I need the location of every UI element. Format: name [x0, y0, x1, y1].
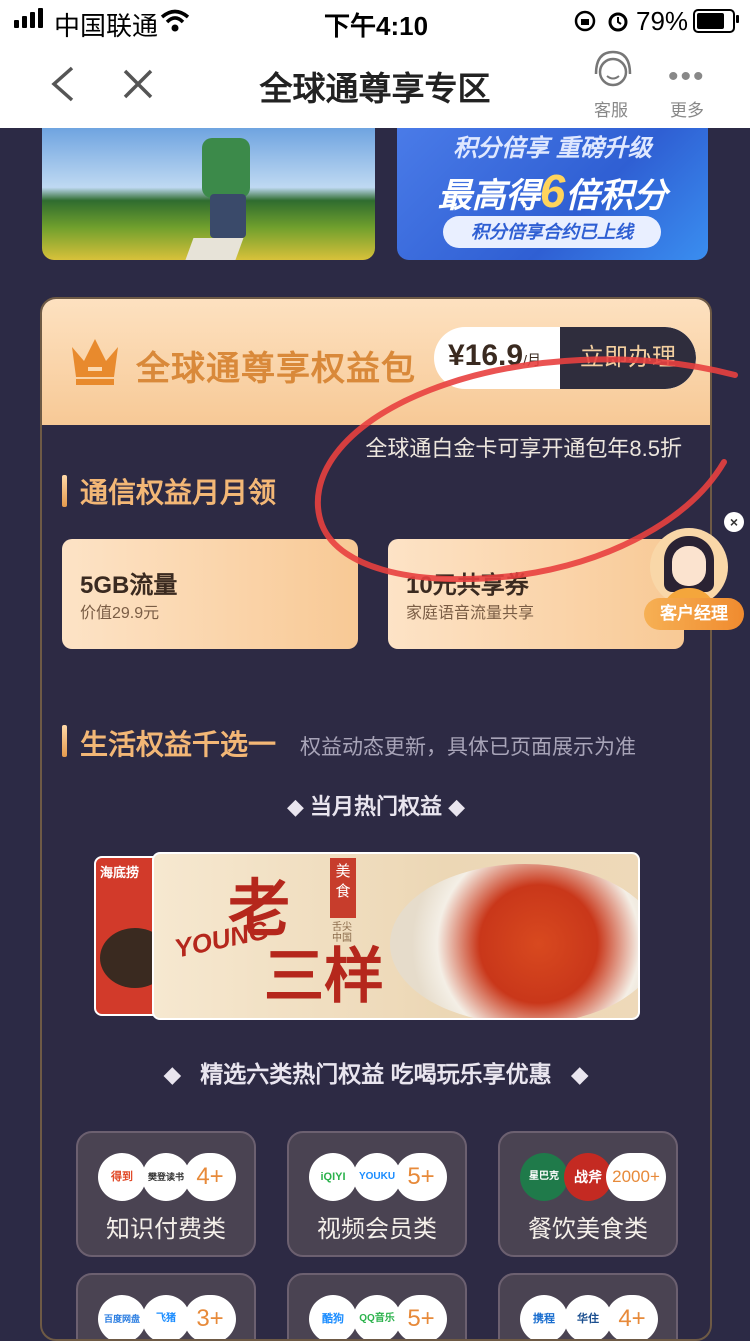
comm-section-title: 通信权益月月领	[80, 477, 277, 508]
category-video[interactable]: iQIYI YOUKU 5+ 视频会员类	[287, 1131, 467, 1257]
ctrip-logo-icon: 携程	[520, 1295, 568, 1339]
benefit-data[interactable]: 5GB流量 价值29.9元	[62, 539, 358, 649]
back-icon[interactable]	[50, 66, 76, 102]
baidu-netdisk-logo-icon: 百度网盘	[98, 1295, 146, 1339]
category-count: 2000+	[606, 1153, 666, 1201]
category-food[interactable]: 星巴克 战斧 2000+ 餐饮美食类	[498, 1131, 678, 1257]
clock: 下午4:10	[324, 11, 429, 41]
battery-tip	[736, 15, 739, 23]
fandeng-logo-icon: 樊登读书	[142, 1153, 190, 1201]
iqiyi-logo-icon: iQIYI	[309, 1153, 357, 1201]
banner-points[interactable]: 积分倍享 重磅升级 最高得6倍积分 积分倍享合约已上线	[397, 128, 708, 260]
customer-service-icon[interactable]	[590, 48, 636, 94]
customer-service-label[interactable]: 客服	[594, 96, 628, 121]
benefit-title: 10元共享券	[406, 572, 529, 599]
food-tag-sub: 舌尖中国	[332, 922, 352, 944]
dedao-logo-icon: 得到	[98, 1153, 146, 1201]
close-icon[interactable]: ×	[724, 512, 744, 532]
crown-icon	[72, 339, 118, 385]
category-label: 视频会员类	[317, 1216, 437, 1243]
category-count: 4+	[184, 1153, 236, 1201]
food-tag: 美食	[330, 858, 356, 918]
life-section-title: 生活权益千选一	[80, 729, 277, 760]
benefit-sub: 价值29.9元	[80, 605, 160, 622]
section-marker	[62, 725, 67, 757]
nav-bar: 全球通尊享专区 客服 ••• 更多	[0, 42, 750, 128]
category-tile[interactable]: 酷狗 QQ音乐 5+	[287, 1273, 467, 1339]
benefit-sub: 家庭语音流量共享	[406, 605, 535, 622]
hiker-backpack	[202, 138, 250, 198]
hot-benefits-title: ◆ 当月热门权益 ◆	[286, 794, 466, 819]
categories-title: ◆ 精选六类热门权益 吃喝玩乐享优惠 ◆	[163, 1061, 589, 1087]
brand-name-en: YOUNG	[171, 914, 272, 964]
banner-points-line1: 积分倍享 重磅升级	[453, 135, 652, 162]
category-tile[interactable]: 携程 华住 4+	[498, 1273, 678, 1339]
life-section-subtitle: 权益动态更新，具体已页面展示为准	[300, 736, 636, 759]
alarm-icon	[608, 12, 628, 32]
more-label[interactable]: 更多	[670, 96, 704, 121]
carrier-name: 中国联通	[54, 11, 159, 41]
category-tile[interactable]: 百度网盘 飞猪 3+	[76, 1273, 256, 1339]
starbucks-logo-icon: 星巴克	[520, 1153, 568, 1201]
customer-manager-button[interactable]: 客户经理	[644, 522, 744, 630]
path-shape	[182, 238, 244, 260]
category-label: 餐饮美食类	[528, 1216, 648, 1243]
category-count: 5+	[395, 1153, 447, 1201]
category-count: 5+	[395, 1295, 447, 1339]
customer-manager-label: 客户经理	[644, 598, 744, 630]
battery-icon	[693, 9, 735, 33]
benefit-title: 5GB流量	[80, 572, 178, 599]
dish-image	[390, 864, 638, 1018]
kugou-logo-icon: 酷狗	[309, 1295, 357, 1339]
huazhu-logo-icon: 华住	[564, 1295, 612, 1339]
zhanfu-logo-icon: 战斧	[564, 1153, 612, 1201]
benefits-card: 全球通尊享权益包 ¥16.9/月 立即办理 全球通白金卡可享开通包年8.5折 通…	[40, 297, 712, 1341]
customer-manager-avatar	[650, 528, 728, 606]
more-icon[interactable]: •••	[668, 60, 706, 94]
signal-icon	[14, 0, 50, 42]
orientation-lock-icon	[574, 10, 596, 32]
category-count: 3+	[184, 1295, 236, 1339]
haidilao-logo: 海底捞	[100, 865, 140, 880]
youku-logo-icon: YOUKU	[353, 1153, 401, 1201]
wifi-icon	[160, 9, 190, 32]
category-knowledge[interactable]: 得到 樊登读书 4+ 知识付费类	[76, 1131, 256, 1257]
category-label: 知识付费类	[106, 1216, 226, 1243]
fliggy-logo-icon: 飞猪	[142, 1295, 190, 1339]
banner-points-pill: 积分倍享合约已上线	[443, 216, 661, 248]
banner-travel[interactable]	[42, 128, 375, 260]
status-bar: 中国联通 下午4:10 79%	[0, 0, 750, 42]
price-pill: ¥16.9/月 立即办理	[434, 327, 696, 389]
qq-music-logo-icon: QQ音乐	[353, 1295, 401, 1339]
hiker-legs	[210, 194, 246, 238]
close-icon[interactable]	[122, 68, 154, 100]
package-header: 全球通尊享权益包 ¥16.9/月 立即办理	[42, 299, 710, 425]
banner-points-line2: 最高得6倍积分	[437, 165, 668, 217]
benefit-share-coupon[interactable]: 10元共享券 家庭语音流量共享	[388, 539, 684, 649]
section-marker	[62, 475, 67, 507]
discount-note: 全球通白金卡可享开通包年8.5折	[365, 436, 682, 461]
battery-percent: 79%	[636, 6, 689, 36]
category-count: 4+	[606, 1295, 658, 1339]
hot-banner-main[interactable]: 老 YOUNG 三样 美食 舌尖中国	[152, 852, 640, 1020]
package-title: 全球通尊享权益包	[136, 350, 416, 388]
apply-button[interactable]: 立即办理	[560, 327, 696, 389]
package-price: ¥16.9/月	[448, 339, 541, 372]
brand-name-line2: 三样	[264, 942, 384, 1012]
page-title: 全球通尊享专区	[259, 70, 491, 107]
